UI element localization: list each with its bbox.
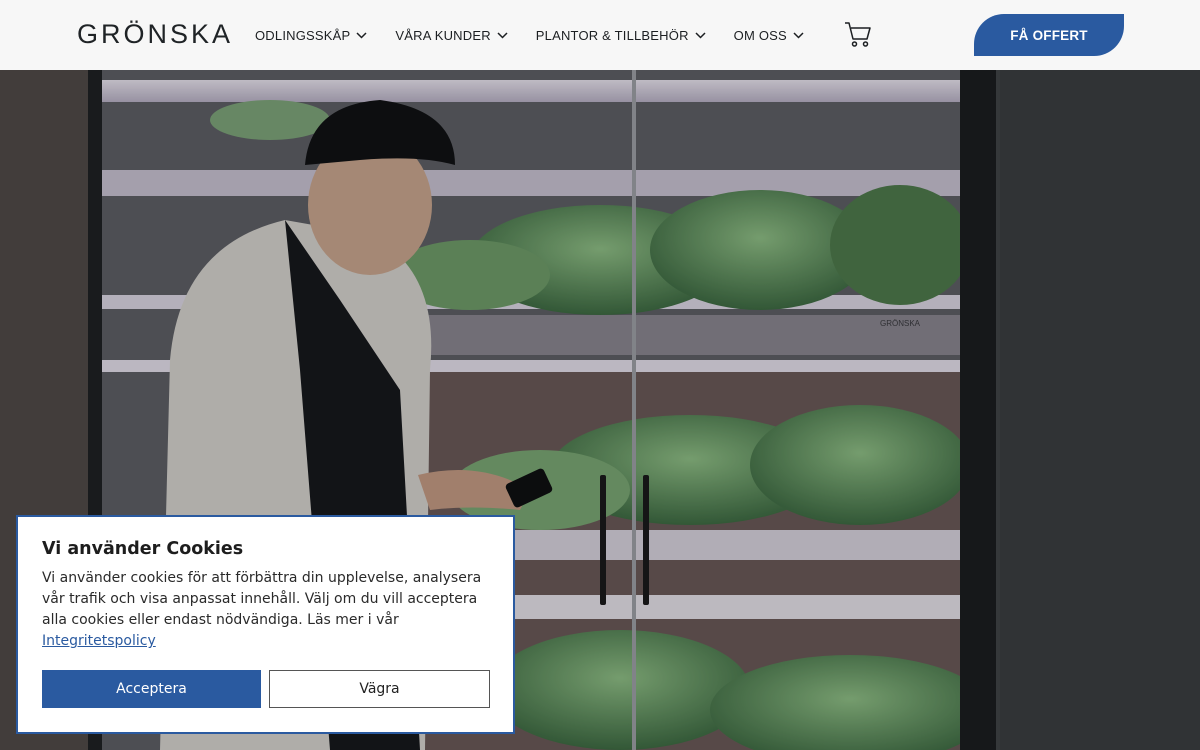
chevron-down-icon (356, 31, 367, 39)
nav-item-plantor-tillbehor[interactable]: PLANTOR & TILLBEHÖR (536, 28, 706, 43)
nav-label: OM OSS (733, 27, 787, 43)
cookie-consent-dialog: Vi använder Cookies Vi använder cookies … (16, 515, 515, 734)
chevron-down-icon (695, 31, 706, 39)
chevron-down-icon (793, 31, 804, 39)
site-logo[interactable]: GRÖNSKA (77, 18, 233, 50)
privacy-policy-link[interactable]: Integritetspolicy (42, 633, 156, 649)
cookie-button-group: Acceptera Vägra (42, 670, 490, 708)
nav-label: PLANTOR & TILLBEHÖR (535, 27, 689, 43)
accept-cookies-button[interactable]: Acceptera (42, 670, 261, 708)
site-header: GRÖNSKA ODLINGSSKÅP VÅRA KUNDER PLANTOR … (0, 0, 1200, 70)
cookie-dialog-body: Vi använder cookies för att förbättra di… (42, 570, 482, 628)
nav-item-odlingsskap[interactable]: ODLINGSSKÅP (255, 28, 367, 43)
nav-item-vara-kunder[interactable]: VÅRA KUNDER (395, 27, 508, 43)
nav-label: ODLINGSSKÅP (255, 27, 351, 43)
main-nav: ODLINGSSKÅP VÅRA KUNDER PLANTOR & TILLBE… (255, 0, 832, 70)
chevron-down-icon (497, 31, 508, 39)
get-quote-button[interactable]: FÅ OFFERT (974, 14, 1124, 56)
shopping-cart-icon[interactable] (844, 20, 872, 48)
cookie-dialog-text: Vi använder cookies för att förbättra di… (42, 568, 489, 652)
decline-cookies-button[interactable]: Vägra (269, 670, 490, 708)
cookie-dialog-title: Vi använder Cookies (42, 539, 244, 559)
nav-label: VÅRA KUNDER (395, 27, 491, 43)
nav-item-om-oss[interactable]: OM OSS (734, 28, 804, 43)
